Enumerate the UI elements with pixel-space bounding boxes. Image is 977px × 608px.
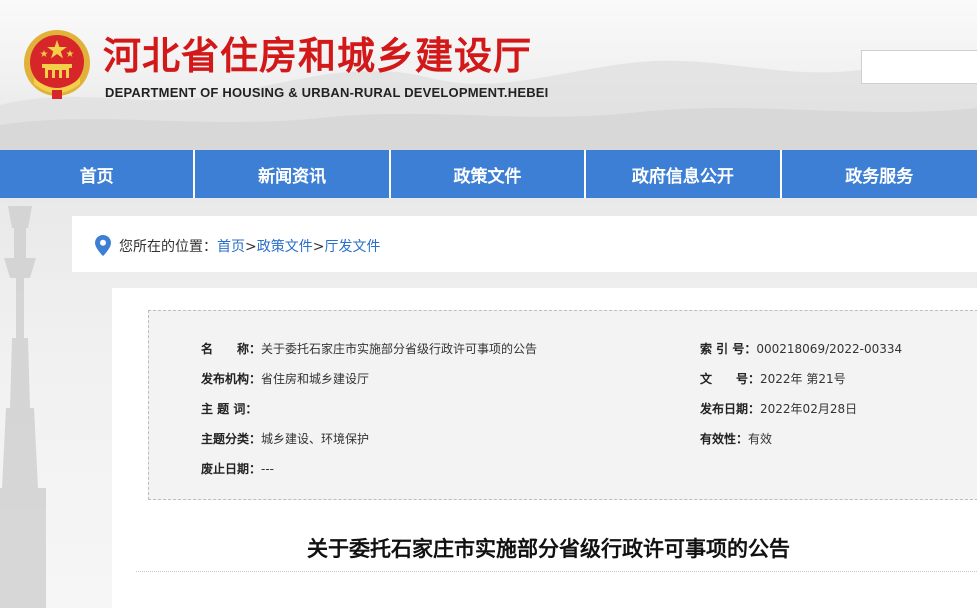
meta-validity-value: 有效 [748,432,773,446]
meta-validity-label: 有效性： [700,432,749,446]
title-divider [136,571,977,572]
meta-doc-no-label: 文 号： [700,372,761,386]
meta-expire: 废止日期：--- [201,460,274,477]
meta-keywords: 主 题 词： [201,400,257,417]
site-subtitle: DEPARTMENT OF HOUSING & URBAN-RURAL DEVE… [105,85,549,100]
meta-date: 发布日期：2022年02月28日 [700,400,857,417]
meta-category-label: 主题分类： [201,432,262,446]
breadcrumb-separator: > [245,239,257,255]
document-meta: 名 称：关于委托石家庄市实施部分省级行政许可事项的公告 索 引 号：000218… [148,310,977,500]
content-panel: 名 称：关于委托石家庄市实施部分省级行政许可事项的公告 索 引 号：000218… [112,288,977,608]
breadcrumb-separator: > [312,239,325,255]
site-title: 河北省住房和城乡建设厅 [103,34,533,78]
main-nav: 首页 新闻资讯 政策文件 政府信息公开 政务服务 [0,150,977,198]
meta-doc-no-value: 2022年 第21号 [760,372,846,386]
tower-decoration [0,206,46,608]
nav-item-home[interactable]: 首页 [0,150,196,198]
meta-index-value: 000218069/2022-00334 [756,342,903,356]
meta-name: 名 称：关于委托石家庄市实施部分省级行政许可事项的公告 [201,340,537,357]
meta-keywords-label: 主 题 词： [201,402,258,416]
site-header: 河北省住房和城乡建设厅 DEPARTMENT OF HOUSING & URBA… [0,0,977,150]
meta-validity: 有效性：有效 [700,430,772,447]
meta-name-label: 名 称： [201,342,262,356]
breadcrumb-link-home[interactable]: 首页 [217,239,245,255]
meta-category: 主题分类：城乡建设、环境保护 [201,430,369,447]
meta-publisher-value: 省住房和城乡建设厅 [261,372,370,386]
breadcrumb-link-policy[interactable]: 政策文件 [257,239,313,255]
breadcrumb-link-dept-docs[interactable]: 厅发文件 [324,239,380,255]
meta-date-label: 发布日期： [700,402,761,416]
meta-index-label: 索 引 号： [700,342,757,356]
nav-item-news[interactable]: 新闻资讯 [195,150,391,198]
meta-index: 索 引 号：000218069/2022-00334 [700,340,902,357]
meta-category-value: 城乡建设、环境保护 [261,432,370,446]
meta-doc-no: 文 号：2022年 第21号 [700,370,846,387]
meta-publisher: 发布机构：省住房和城乡建设厅 [201,370,369,387]
search-input[interactable] [861,50,977,84]
breadcrumb-prefix: 您所在的位置： [119,239,217,255]
nav-item-gov-info[interactable]: 政府信息公开 [586,150,782,198]
meta-publisher-label: 发布机构： [201,372,262,386]
nav-item-policy[interactable]: 政策文件 [391,150,587,198]
meta-expire-value: --- [261,462,275,476]
document-title: 关于委托石家庄市实施部分省级行政许可事项的公告 [307,537,790,561]
breadcrumb: 您所在的位置：首页>政策文件>厅发文件 [72,216,977,272]
national-emblem-icon [22,28,92,100]
meta-date-value: 2022年02月28日 [760,402,858,416]
breadcrumb-text: 您所在的位置：首页>政策文件>厅发文件 [119,236,380,256]
location-pin-icon [95,235,111,256]
nav-item-services[interactable]: 政务服务 [782,150,977,198]
meta-expire-label: 废止日期： [201,462,262,476]
meta-name-value: 关于委托石家庄市实施部分省级行政许可事项的公告 [261,342,538,356]
